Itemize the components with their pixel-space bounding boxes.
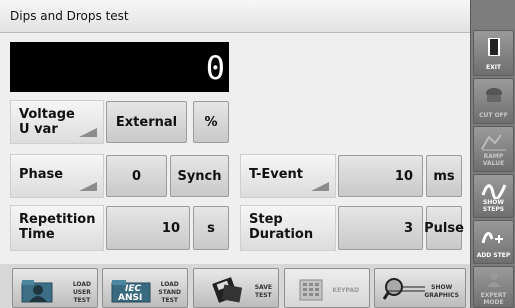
save-test-button[interactable]: SAVE TEST	[193, 268, 279, 308]
expert-mode-line2: MODE	[483, 299, 504, 306]
add-step-label: ADD STEP	[476, 252, 511, 259]
keypad-label: KEYPAD	[332, 287, 359, 294]
user-folder-icon	[21, 277, 55, 305]
t-event-label-text: T-Event	[249, 167, 303, 182]
repetition-time-value-button[interactable]: 10	[106, 206, 190, 250]
expert-mode-button[interactable]: EXPERT MODE	[473, 266, 514, 308]
cut-off-button[interactable]: CUT OFF	[473, 78, 514, 124]
repetition-label-line2: Time	[19, 227, 55, 242]
repetition-label-line1: Repetition	[19, 212, 96, 227]
add-step-plus-icon	[474, 227, 513, 247]
magnifier-graphics-icon	[382, 277, 427, 305]
phase-label[interactable]: Phase	[10, 154, 104, 198]
step-duration-label: Step Duration	[240, 205, 336, 251]
voltage-label[interactable]: Voltage U var	[10, 100, 104, 144]
add-step-button[interactable]: ADD STEP	[473, 220, 514, 264]
load-user-test-line3: TEST	[73, 297, 91, 304]
exit-button[interactable]: EXIT	[473, 30, 514, 76]
voltage-mode-button[interactable]: External	[106, 101, 187, 143]
load-stand-test-line3: TEST	[161, 297, 178, 304]
voltage-label-line2: U var	[19, 122, 58, 137]
exit-label: EXIT	[485, 64, 502, 71]
show-graphics-line1: SHOW	[431, 284, 453, 291]
dropdown-triangle-icon	[79, 182, 97, 191]
step-duration-value-button[interactable]: 3	[338, 206, 423, 250]
keypad-icon	[299, 279, 323, 303]
save-test-line1: SAVE	[254, 284, 272, 291]
ramp-value-button[interactable]: RAMP VALUE	[473, 126, 514, 172]
expert-person-icon	[474, 271, 513, 289]
emergency-stop-icon	[474, 85, 513, 107]
t-event-label[interactable]: T-Event	[240, 154, 336, 198]
load-stand-test-button[interactable]: IEC ANSI LOAD STAND TEST	[102, 268, 188, 308]
repetition-time-label: Repetition Time	[10, 205, 104, 251]
show-steps-label: SHOW STEPS	[482, 199, 505, 213]
repetition-time-unit-button[interactable]: s	[193, 206, 229, 250]
dropdown-triangle-icon	[311, 182, 329, 191]
load-stand-test-line1: LOAD	[160, 281, 179, 288]
cut-off-label: CUT OFF	[479, 112, 508, 119]
steps-waveform-icon	[474, 181, 513, 201]
value-display: 0	[10, 42, 229, 92]
step-pulse-button[interactable]: Pulse	[424, 206, 464, 250]
phase-label-text: Phase	[19, 167, 64, 182]
voltage-label-line1: Voltage	[19, 107, 75, 122]
title-bar: Dips and Drops test	[0, 0, 470, 33]
voltage-unit-button[interactable]: %	[193, 101, 229, 143]
step-label-line1: Step	[249, 212, 283, 227]
phase-synch-button[interactable]: Synch	[170, 155, 229, 197]
dropdown-triangle-icon	[79, 128, 97, 137]
phase-value-button[interactable]: 0	[106, 155, 167, 197]
window-title: Dips and Drops test	[10, 9, 129, 23]
show-graphics-line2: GRAPHICS	[424, 292, 459, 299]
show-graphics-button[interactable]: SHOW GRAPHICS	[374, 268, 466, 308]
step-label-line2: Duration	[249, 227, 314, 242]
load-stand-test-line2: STAND	[158, 289, 181, 296]
ansi-logo-text: ANSI	[118, 293, 143, 303]
keypad-button[interactable]: KEYPAD	[284, 268, 370, 308]
t-event-value-button[interactable]: 10	[338, 155, 423, 197]
ramp-value-label: RAMP VALUE	[482, 153, 505, 167]
ramp-chart-icon	[474, 133, 513, 153]
show-steps-button[interactable]: SHOW STEPS	[473, 174, 514, 218]
expert-mode-line1: EXPERT	[480, 292, 507, 299]
save-test-line2: TEST	[255, 292, 272, 299]
load-user-test-line1: LOAD	[72, 281, 91, 288]
t-event-unit-button[interactable]: ms	[426, 155, 462, 197]
floppy-disk-icon	[212, 277, 243, 305]
right-sidebar: EXIT CUT OFF RAMP VALUE SHOW STEPS ADD S…	[470, 0, 515, 308]
door-exit-icon	[474, 37, 513, 59]
load-user-test-button[interactable]: LOAD USER TEST	[12, 268, 98, 308]
load-user-test-line2: USER	[72, 289, 91, 296]
iec-ansi-folder-icon: IEC ANSI	[111, 277, 151, 303]
